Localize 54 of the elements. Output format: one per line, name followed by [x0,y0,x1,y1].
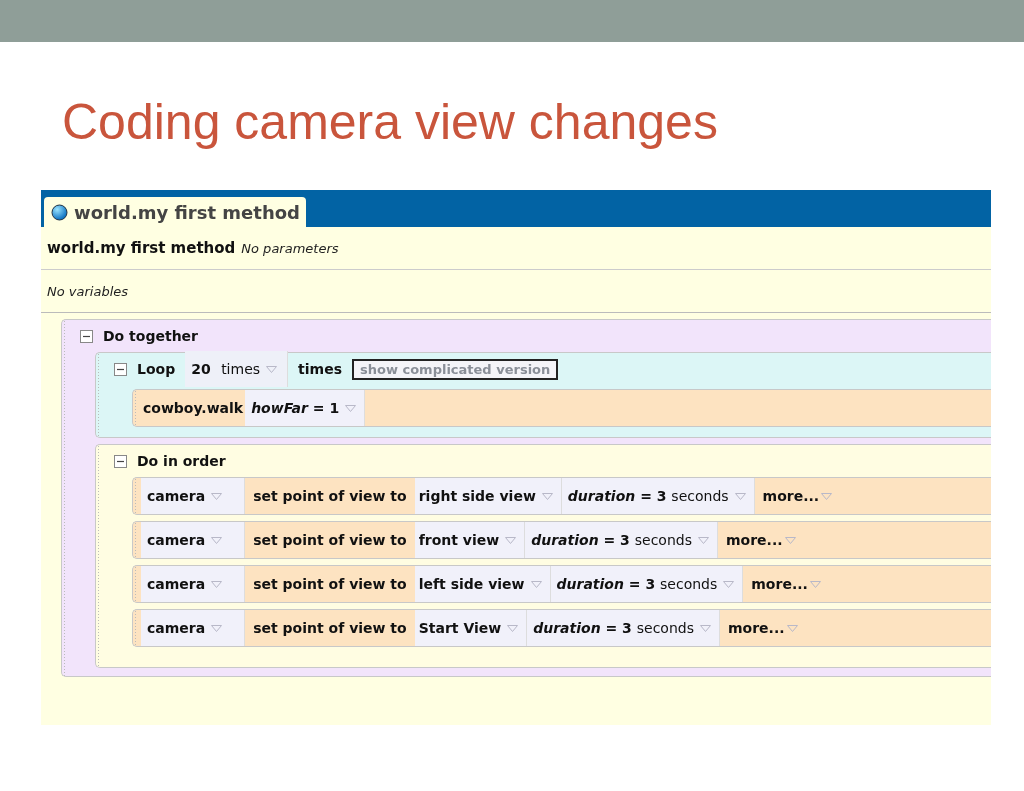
target-dropdown[interactable]: front view [414,522,526,558]
method-name: world.my first method [47,239,236,257]
count-dropdown[interactable]: 20 times [185,351,289,387]
block-label: Do together [103,328,198,344]
duration-dropdown[interactable]: duration = 3 seconds [527,610,720,646]
method-label: set point of view to [252,620,408,636]
method-label: set point of view to [252,576,408,592]
slide-title: Coding camera view changes [62,93,719,152]
object-dropdown[interactable]: camera [141,522,246,558]
method-label: set point of view to [252,488,408,504]
method-label: set point of view to [252,532,408,548]
target-dropdown[interactable]: Start View [414,610,528,646]
caret-icon [734,492,746,500]
caret-icon [699,624,711,632]
parameter-dropdown[interactable]: howFar = 1 [245,390,366,426]
method-label: cowboy.walk [142,400,245,416]
caret-icon [809,580,821,588]
caret-icon [821,492,833,500]
caret-icon [784,536,796,544]
object-dropdown[interactable]: camera [141,478,246,514]
more-dropdown[interactable]: more... [719,620,806,636]
caret-icon [507,624,519,632]
caret-icon [211,580,223,588]
caret-icon [211,492,223,500]
block-label: Loop [137,361,176,377]
object-dropdown[interactable]: camera [141,610,246,646]
variables-label: No variables [47,283,129,299]
collapse-icon[interactable] [114,362,127,376]
caret-icon [541,492,553,500]
duration-dropdown[interactable]: duration = 3 seconds [525,522,718,558]
more-dropdown[interactable]: more... [717,532,804,548]
caret-icon [345,404,357,412]
caret-icon [723,580,735,588]
caret-icon [211,536,223,544]
collapse-icon[interactable] [80,329,93,343]
caret-icon [505,536,517,544]
target-dropdown[interactable]: left side view [414,566,551,602]
caret-icon [530,580,542,588]
caret-icon [786,624,798,632]
more-dropdown[interactable]: more... [743,576,829,592]
caret-icon [697,536,709,544]
block-label: Do in order [137,453,226,469]
sphere-icon [51,203,68,221]
caret-icon [211,624,223,632]
object-dropdown[interactable]: camera [141,566,246,602]
collapse-icon[interactable] [114,454,127,468]
method-tab[interactable]: world.my first method [44,197,306,227]
target-dropdown[interactable]: right side view [414,478,562,514]
more-dropdown[interactable]: more... [754,488,841,504]
parameters-label: No parameters [241,240,339,256]
duration-dropdown[interactable]: duration = 3 seconds [550,566,744,602]
duration-dropdown[interactable]: duration = 3 seconds [561,478,755,514]
caret-icon [266,365,278,373]
block-label: times [298,361,342,377]
